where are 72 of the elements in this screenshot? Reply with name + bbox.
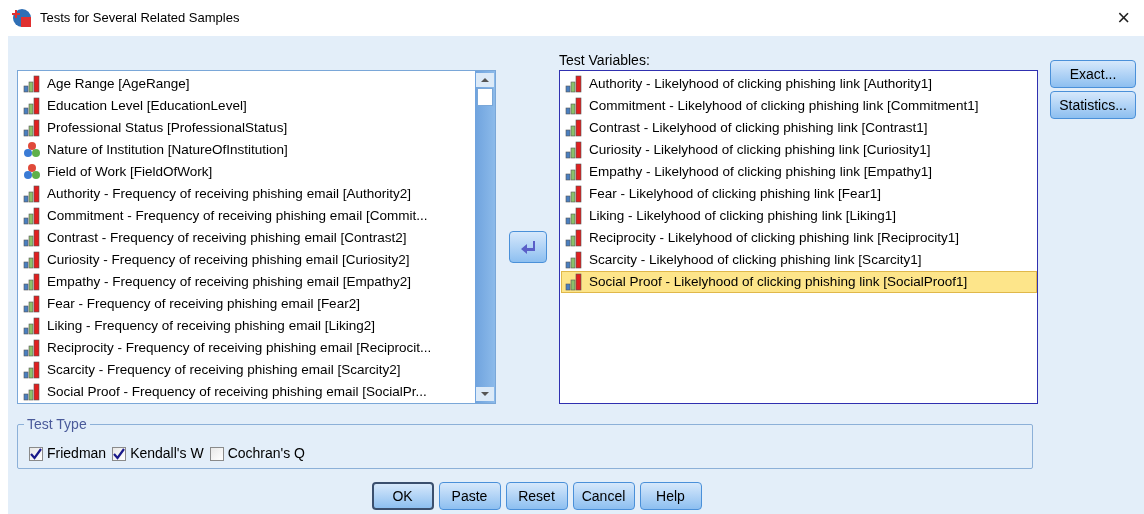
bar-chart-icon bbox=[23, 317, 41, 335]
bar-chart-icon bbox=[23, 339, 41, 357]
variable-item[interactable]: Professional Status [ProfessionalStatus] bbox=[19, 117, 475, 139]
window-title: Tests for Several Related Samples bbox=[40, 9, 241, 28]
bar-chart-icon bbox=[23, 251, 41, 269]
variable-item[interactable]: Social Proof - Frequency of receiving phishing email [SocialPr... bbox=[19, 381, 475, 403]
bar-chart-icon bbox=[23, 295, 41, 313]
bar-chart-icon bbox=[23, 119, 41, 137]
variable-item[interactable]: Field of Work [FieldOfWork] bbox=[19, 161, 475, 183]
variable-item[interactable]: Curiosity - Frequency of receiving phishing email [Curiosity2] bbox=[19, 249, 475, 271]
dialog-button[interactable]: Help bbox=[639, 482, 702, 510]
variable-item[interactable]: Reciprocity - Likelyhood of clicking phishing link [Reciprocity1] bbox=[561, 227, 1037, 249]
variable-item[interactable]: Reciprocity - Frequency of receiving phishing email [Reciprocit... bbox=[19, 337, 475, 359]
app-icon bbox=[12, 8, 32, 28]
scroll-up-icon[interactable] bbox=[476, 73, 494, 87]
test-variables-label: Test Variables: bbox=[559, 51, 651, 70]
bar-chart-icon bbox=[565, 163, 583, 181]
move-button[interactable] bbox=[508, 230, 547, 263]
variable-item[interactable]: Empathy - Frequency of receiving phishing email [Empathy2] bbox=[19, 271, 475, 293]
dialog-button[interactable]: Paste bbox=[438, 482, 501, 510]
bar-chart-icon bbox=[565, 229, 583, 247]
bar-chart-icon bbox=[23, 383, 41, 401]
checkbox[interactable] bbox=[112, 446, 127, 461]
variable-item[interactable]: Social Proof - Likelyhood of clicking phishing link [SocialProof1] bbox=[561, 271, 1037, 293]
bar-chart-icon bbox=[565, 207, 583, 225]
bar-chart-icon bbox=[565, 75, 583, 93]
variable-item[interactable]: Education Level [EducationLevel] bbox=[19, 95, 475, 117]
variable-item[interactable]: Fear - Frequency of receiving phishing email [Fear2] bbox=[19, 293, 475, 315]
variable-item[interactable]: Authority - Frequency of receiving phishing email [Authority2] bbox=[19, 183, 475, 205]
dialog-button[interactable]: Exact... bbox=[1050, 60, 1136, 88]
scrollbar-thumb[interactable] bbox=[477, 88, 493, 106]
checkbox-label: Friedman bbox=[47, 444, 107, 463]
variable-item[interactable]: Liking - Frequency of receiving phishing email [Liking2] bbox=[19, 315, 475, 337]
variable-item[interactable]: Commitment - Likelyhood of clicking phishing link [Commitment1] bbox=[561, 95, 1037, 117]
variable-item[interactable]: Liking - Likelyhood of clicking phishing link [Liking1] bbox=[561, 205, 1037, 227]
variable-item[interactable]: Scarcity - Likelyhood of clicking phishing link [Scarcity1] bbox=[561, 249, 1037, 271]
dialog-button[interactable]: OK bbox=[371, 482, 434, 510]
close-button[interactable]: × bbox=[1117, 7, 1132, 29]
dialog-button[interactable]: Reset bbox=[505, 482, 568, 510]
bar-chart-icon bbox=[23, 207, 41, 225]
variable-item[interactable]: Contrast - Frequency of receiving phishing email [Contrast2] bbox=[19, 227, 475, 249]
variable-item[interactable]: Nature of Institution [NatureOfInstitution] bbox=[19, 139, 475, 161]
bar-chart-icon bbox=[23, 185, 41, 203]
bar-chart-icon bbox=[565, 97, 583, 115]
variable-item[interactable]: Fear - Likelyhood of clicking phishing link [Fear1] bbox=[561, 183, 1037, 205]
variable-item[interactable]: Authority - Likelyhood of clicking phishing link [Authority1] bbox=[561, 73, 1037, 95]
bar-chart-icon bbox=[565, 119, 583, 137]
checkbox[interactable] bbox=[209, 446, 224, 461]
bar-chart-icon bbox=[23, 229, 41, 247]
checkbox[interactable] bbox=[29, 446, 43, 461]
variable-item[interactable]: Empathy - Likelyhood of clicking phishing link [Empathy1] bbox=[561, 161, 1037, 183]
bar-chart-icon bbox=[565, 273, 583, 291]
variable-item[interactable]: Commitment - Frequency of receiving phishing email [Commit... bbox=[19, 205, 475, 227]
scroll-down-icon[interactable] bbox=[476, 387, 494, 401]
variable-item[interactable]: Contrast - Likelyhood of clicking phishing link [Contrast1] bbox=[561, 117, 1037, 139]
bar-chart-icon bbox=[565, 185, 583, 203]
checkbox-label: Cochran's Q bbox=[227, 444, 305, 463]
scrollbar[interactable] bbox=[475, 71, 495, 403]
bar-chart-icon bbox=[23, 273, 41, 291]
variable-item[interactable]: Curiosity - Likelyhood of clicking phishing link [Curiosity1] bbox=[561, 139, 1037, 161]
variable-item[interactable]: Scarcity - Frequency of receiving phishing email [Scarcity2] bbox=[19, 359, 475, 381]
dialog-button[interactable]: Cancel bbox=[572, 482, 635, 510]
variable-item[interactable]: Age Range [AgeRange] bbox=[19, 73, 475, 95]
bar-chart-icon bbox=[23, 75, 41, 93]
bar-chart-icon bbox=[565, 141, 583, 159]
bar-chart-icon bbox=[23, 97, 41, 115]
checkbox-label: Kendall's W bbox=[130, 444, 204, 463]
bar-chart-icon bbox=[565, 251, 583, 269]
nominal-variable-icon bbox=[23, 163, 41, 181]
bar-chart-icon bbox=[23, 361, 41, 379]
nominal-variable-icon bbox=[23, 141, 41, 159]
dialog-button[interactable]: Statistics... bbox=[1050, 91, 1136, 119]
